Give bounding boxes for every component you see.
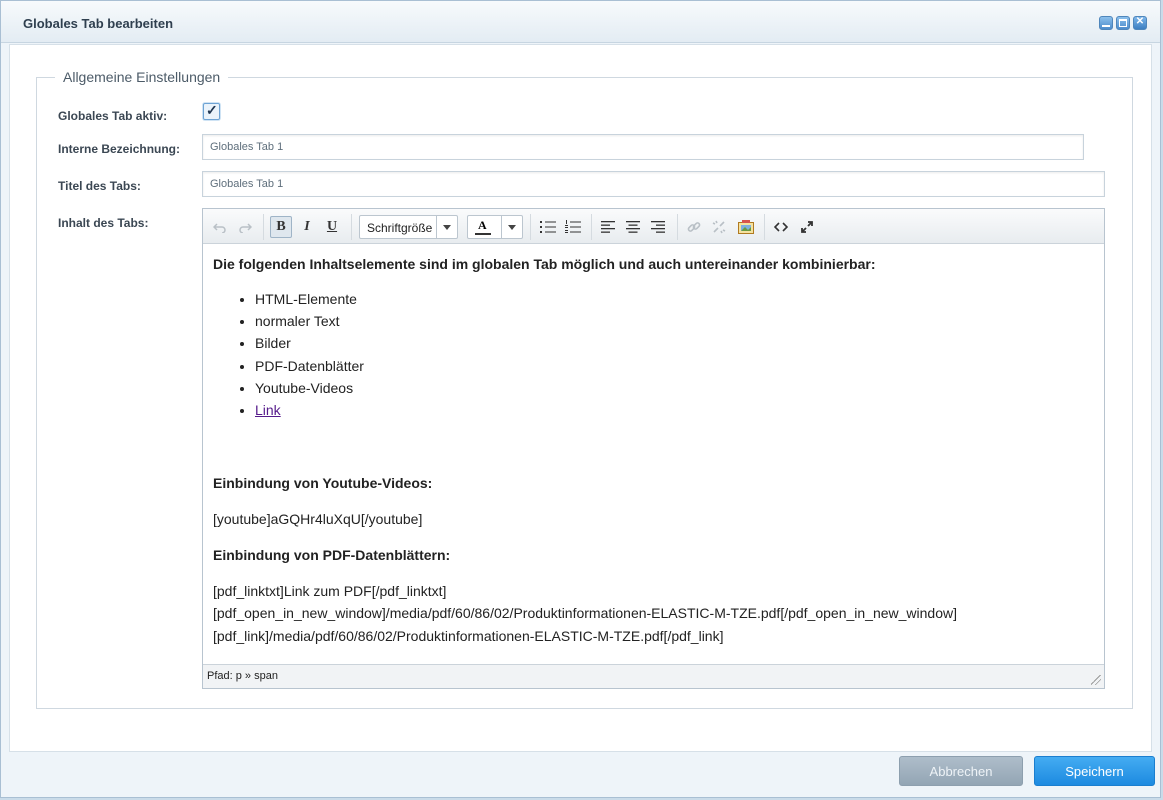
close-icon[interactable] [1133,16,1147,30]
element-list: HTML-Elemente normaler Text Bilder PDF-D… [213,288,364,421]
align-right-icon[interactable] [647,216,669,238]
underline-icon[interactable]: U [321,216,343,238]
tab-title-input[interactable] [202,171,1105,197]
dialog-footer: Abbrechen Speichern [9,753,1155,797]
editor-statusbar: Pfad: p » span [203,664,1104,688]
font-size-select-value: Schriftgröße [367,221,433,235]
undo-icon[interactable] [209,216,231,238]
list-item: Youtube-Videos [255,377,364,399]
intro-text: Die folgenden Inhaltselemente sind im gl… [213,256,876,272]
tab-title-label: Titel des Tabs: [58,179,141,193]
youtube-code: [youtube]aGQHr4luXqU[/youtube] [213,511,423,527]
link-item[interactable]: Link [255,402,281,418]
internal-name-label: Interne Bezeichnung: [58,142,181,156]
list-item: Bilder [255,332,364,354]
list-item: normaler Text [255,310,364,332]
editor-content-area[interactable]: Die folgenden Inhaltselemente sind im gl… [203,244,1104,664]
pdf-line-3: [pdf_link]/media/pdf/60/86/02/Produktinf… [213,628,724,644]
list-item: HTML-Elemente [255,288,364,310]
content-label: Inhalt des Tabs: [58,216,149,230]
bullet-list-icon[interactable] [537,216,559,238]
font-size-select[interactable]: Schriftgröße [359,215,458,239]
source-code-icon[interactable] [770,216,792,238]
cancel-button[interactable]: Abbrechen [899,756,1023,786]
youtube-heading: Einbindung von Youtube-Videos: [213,475,433,491]
resize-handle-icon[interactable] [1091,675,1101,685]
editor-toolbar: B I U Schriftgröße A [203,209,1104,244]
numbered-list-icon[interactable] [562,216,584,238]
pdf-line-1: [pdf_linktxt]Link zum PDF[/pdf_linktxt] [213,583,447,599]
rich-text-editor: B I U Schriftgröße A Die folgenden Inhal… [202,208,1105,689]
fullscreen-icon[interactable] [796,216,818,238]
link-icon[interactable] [683,216,705,238]
window-content: Allgemeine Einstellungen Globales Tab ak… [9,44,1152,752]
fieldset-legend: Allgemeine Einstellungen [63,69,221,85]
bold-icon[interactable]: B [270,216,292,238]
pdf-line-2: [pdf_open_in_new_window]/media/pdf/60/86… [213,605,958,621]
save-button[interactable]: Speichern [1034,756,1155,786]
list-item: PDF-Datenblätter [255,355,364,377]
chevron-down-icon [436,216,457,238]
list-item: Link [255,399,364,421]
internal-name-input[interactable] [202,134,1084,160]
unlink-icon[interactable] [708,216,730,238]
active-checkbox[interactable] [203,102,220,120]
window-title: Globales Tab bearbeiten [23,16,174,31]
edit-global-tab-window: Globales Tab bearbeiten Allgemeine Einst… [0,0,1161,798]
redo-icon[interactable] [234,216,256,238]
element-path: Pfad: p » span [207,670,278,682]
window-titlebar[interactable]: Globales Tab bearbeiten [1,1,1160,43]
italic-icon[interactable]: I [296,216,318,238]
align-center-icon[interactable] [622,216,644,238]
image-icon[interactable] [735,216,757,238]
maximize-icon[interactable] [1116,16,1130,30]
active-label: Globales Tab aktiv: [58,109,168,123]
text-color-select[interactable]: A [467,215,523,239]
minimize-icon[interactable] [1099,16,1113,30]
align-left-icon[interactable] [597,216,619,238]
text-color-icon: A [478,218,487,232]
pdf-heading: Einbindung von PDF-Datenblättern: [213,547,451,563]
chevron-down-icon [501,216,522,238]
